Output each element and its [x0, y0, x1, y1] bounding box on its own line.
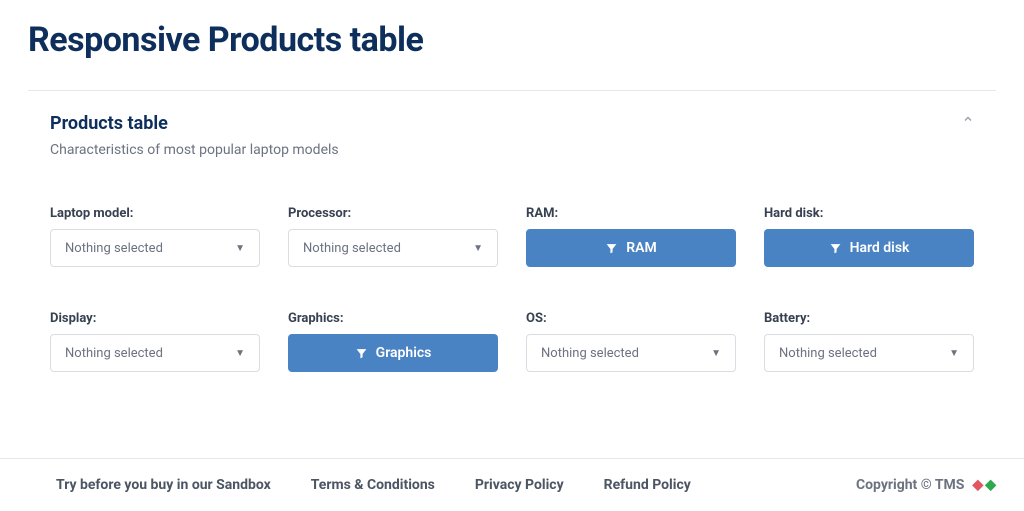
os-select[interactable]: Nothing selected ▼	[526, 334, 736, 372]
panel-title: Products table	[50, 113, 339, 134]
caret-down-icon: ▼	[235, 243, 245, 254]
display-label: Display:	[50, 311, 260, 326]
laptop-select[interactable]: Nothing selected ▼	[50, 229, 260, 267]
caret-down-icon: ▼	[235, 348, 245, 359]
filter-icon	[605, 242, 618, 255]
battery-select[interactable]: Nothing selected ▼	[764, 334, 974, 372]
os-label: OS:	[526, 311, 736, 326]
privacy-link[interactable]: Privacy Policy	[475, 477, 564, 493]
caret-down-icon: ▼	[711, 348, 721, 359]
tms-logo-icon: ◆◆	[972, 477, 996, 493]
caret-down-icon: ▼	[949, 348, 959, 359]
page-title: Responsive Products table	[0, 0, 1024, 90]
laptop-value: Nothing selected	[65, 241, 163, 256]
os-value: Nothing selected	[541, 346, 639, 361]
graphics-filter-button[interactable]: Graphics	[288, 334, 498, 372]
graphics-button-text: Graphics	[376, 345, 432, 361]
refund-link[interactable]: Refund Policy	[604, 477, 691, 493]
collapse-icon[interactable]	[962, 113, 974, 129]
copyright-text: Copyright © TMS	[856, 477, 964, 493]
footer: Try before you buy in our Sandbox Terms …	[0, 458, 1024, 511]
laptop-label: Laptop model:	[50, 206, 260, 221]
hdd-filter-button[interactable]: Hard disk	[764, 229, 974, 267]
ram-filter-button[interactable]: RAM	[526, 229, 736, 267]
graphics-label: Graphics:	[288, 311, 498, 326]
battery-value: Nothing selected	[779, 346, 877, 361]
filter-icon	[829, 242, 842, 255]
sandbox-link[interactable]: Try before you buy in our Sandbox	[56, 477, 271, 493]
panel-subtitle: Characteristics of most popular laptop m…	[50, 142, 339, 158]
terms-link[interactable]: Terms & Conditions	[311, 477, 435, 493]
caret-down-icon: ▼	[473, 243, 483, 254]
hdd-button-text: Hard disk	[850, 240, 910, 256]
display-select[interactable]: Nothing selected ▼	[50, 334, 260, 372]
hdd-label: Hard disk:	[764, 206, 974, 221]
filter-grid: Laptop model: Nothing selected ▼ Process…	[50, 206, 974, 372]
display-value: Nothing selected	[65, 346, 163, 361]
filter-icon	[355, 347, 368, 360]
products-panel: Products table Characteristics of most p…	[0, 91, 1024, 382]
ram-label: RAM:	[526, 206, 736, 221]
battery-label: Battery:	[764, 311, 974, 326]
processor-select[interactable]: Nothing selected ▼	[288, 229, 498, 267]
processor-label: Processor:	[288, 206, 498, 221]
ram-button-text: RAM	[626, 240, 657, 256]
processor-value: Nothing selected	[303, 241, 401, 256]
